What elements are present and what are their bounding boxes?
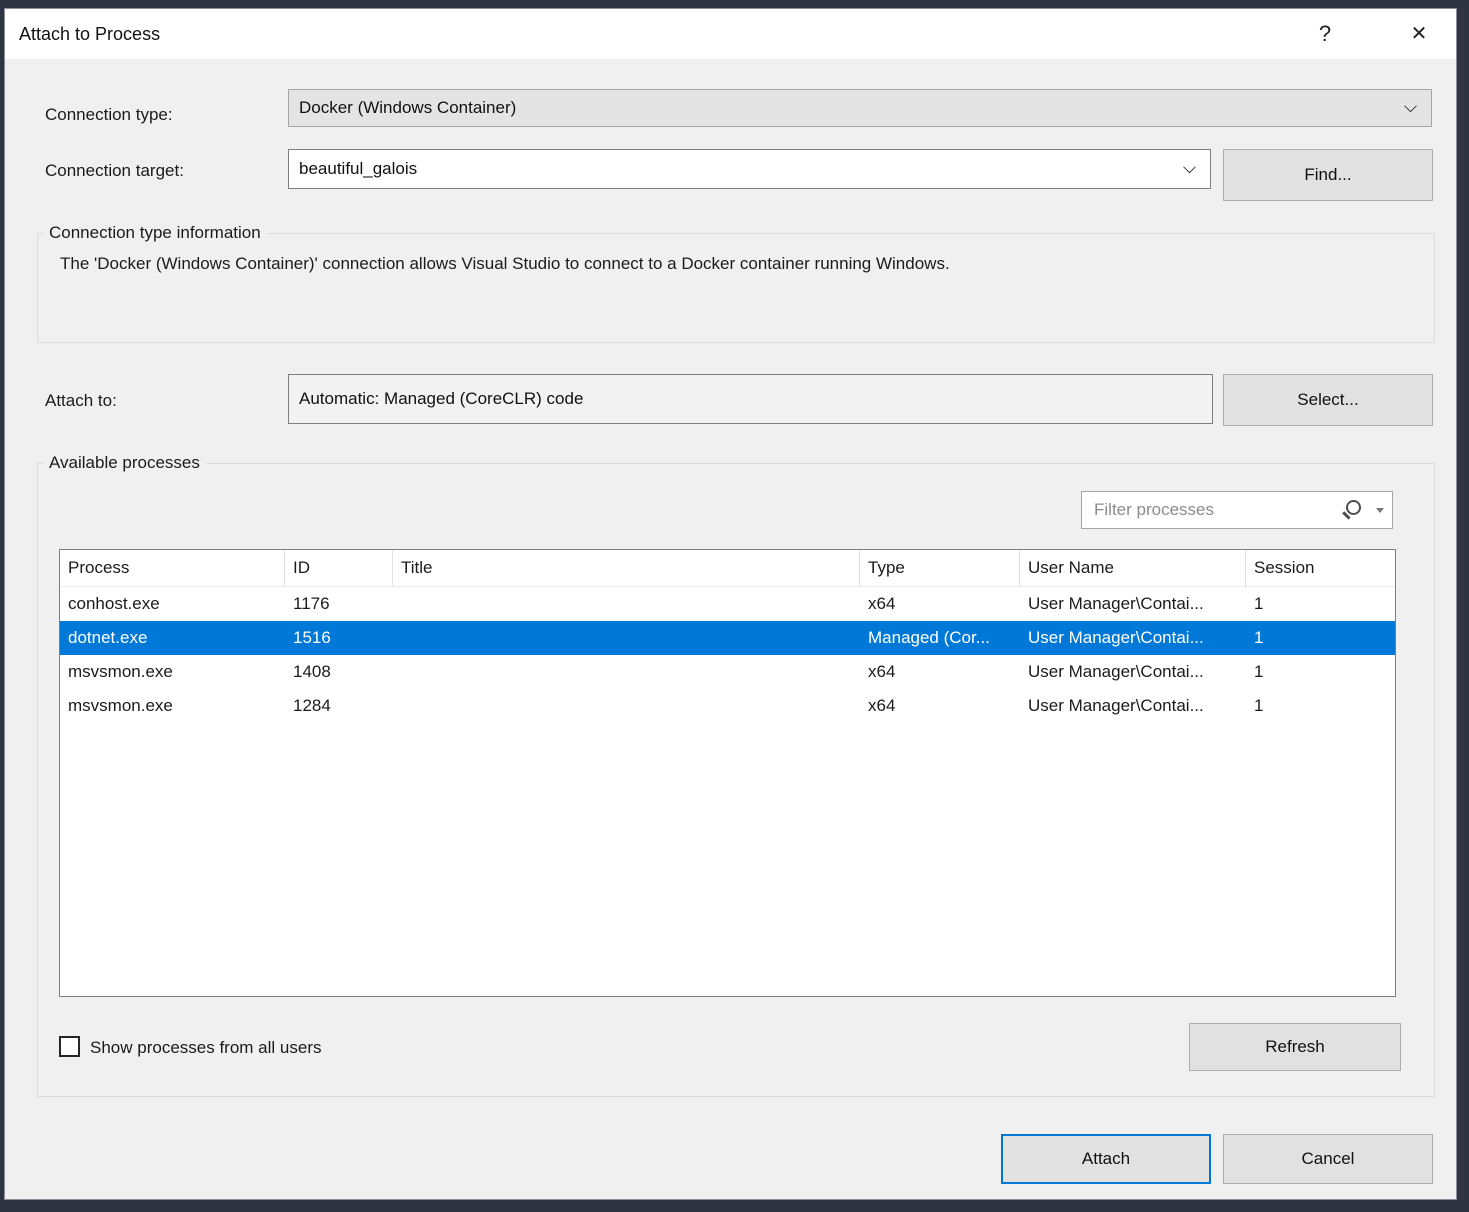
- cell-user: User Manager\Contai...: [1020, 621, 1246, 655]
- connection-type-value: Docker (Windows Container): [299, 98, 516, 117]
- table-row[interactable]: msvsmon.exe1408 x64User Manager\Contai...…: [60, 655, 1395, 689]
- cell-type: Managed (Cor...: [860, 621, 1020, 655]
- cell-process: msvsmon.exe: [60, 689, 285, 723]
- cell-session: 1: [1246, 655, 1395, 689]
- connection-type-label: Connection type:: [45, 105, 173, 125]
- attach-to-process-dialog: Attach to Process ? ✕ Connection type: D…: [4, 8, 1457, 1200]
- show-all-users-checkbox[interactable]: [59, 1036, 80, 1057]
- show-all-users-label: Show processes from all users: [90, 1038, 321, 1058]
- refresh-button[interactable]: Refresh: [1189, 1023, 1401, 1071]
- filter-dropdown-icon[interactable]: [1376, 508, 1384, 513]
- cell-user: User Manager\Contai...: [1020, 587, 1246, 621]
- connection-type-info-text: The 'Docker (Windows Container)' connect…: [60, 254, 950, 274]
- help-icon[interactable]: ?: [1295, 9, 1355, 59]
- cell-title: [393, 689, 860, 723]
- titlebar: Attach to Process ? ✕: [5, 9, 1456, 59]
- filter-processes-input[interactable]: [1082, 492, 1332, 528]
- cell-type: x64: [860, 655, 1020, 689]
- attach-button[interactable]: Attach: [1001, 1134, 1211, 1184]
- column-header-title[interactable]: Title: [393, 550, 860, 587]
- process-table: Process ID Title Type User Name Session …: [59, 549, 1396, 997]
- connection-target-label: Connection target:: [45, 161, 184, 181]
- process-rows: conhost.exe1176x64User Manager\Contai...…: [60, 587, 1395, 723]
- connection-type-info-group-label: Connection type information: [43, 223, 267, 243]
- table-row[interactable]: conhost.exe1176 x64User Manager\Contai...…: [60, 587, 1395, 621]
- cell-process: msvsmon.exe: [60, 655, 285, 689]
- connection-type-dropdown[interactable]: Docker (Windows Container): [288, 89, 1432, 127]
- table-header-row: Process ID Title Type User Name Session: [60, 550, 1395, 587]
- cell-id: 1408: [285, 655, 393, 689]
- connection-target-combobox[interactable]: beautiful_galois: [288, 149, 1211, 189]
- connection-target-value: beautiful_galois: [299, 159, 417, 178]
- attach-to-label: Attach to:: [45, 391, 117, 411]
- attach-to-value: Automatic: Managed (CoreCLR) code: [299, 389, 583, 408]
- cell-user: User Manager\Contai...: [1020, 689, 1246, 723]
- table-row[interactable]: dotnet.exe1516 Managed (Cor...User Manage…: [60, 621, 1395, 655]
- cell-title: [393, 655, 860, 689]
- cell-title: [393, 587, 860, 621]
- column-header-session[interactable]: Session: [1246, 550, 1395, 587]
- cell-session: 1: [1246, 621, 1395, 655]
- column-header-type[interactable]: Type: [860, 550, 1020, 587]
- cell-title: [393, 621, 860, 655]
- cell-type: x64: [860, 587, 1020, 621]
- table-row[interactable]: msvsmon.exe1284 x64User Manager\Contai...…: [60, 689, 1395, 723]
- chevron-down-icon: [1404, 100, 1417, 113]
- column-header-username[interactable]: User Name: [1020, 550, 1246, 587]
- close-icon[interactable]: ✕: [1387, 9, 1451, 59]
- cell-type: x64: [860, 689, 1020, 723]
- filter-processes-box: [1081, 491, 1393, 529]
- cell-id: 1284: [285, 689, 393, 723]
- cell-id: 1176: [285, 587, 393, 621]
- search-icon[interactable]: [1341, 500, 1362, 521]
- cell-session: 1: [1246, 689, 1395, 723]
- dialog-title: Attach to Process: [19, 9, 160, 59]
- cell-user: User Manager\Contai...: [1020, 655, 1246, 689]
- column-header-process[interactable]: Process: [60, 550, 285, 587]
- column-header-id[interactable]: ID: [285, 550, 393, 587]
- cancel-button[interactable]: Cancel: [1223, 1134, 1433, 1184]
- cell-id: 1516: [285, 621, 393, 655]
- select-button[interactable]: Select...: [1223, 374, 1433, 426]
- attach-to-field[interactable]: Automatic: Managed (CoreCLR) code: [288, 374, 1213, 424]
- chevron-down-icon: [1183, 161, 1196, 174]
- find-button[interactable]: Find...: [1223, 149, 1433, 201]
- cell-process: conhost.exe: [60, 587, 285, 621]
- connection-type-info-group: Connection type information The 'Docker …: [37, 233, 1435, 343]
- available-processes-group-label: Available processes: [43, 453, 206, 473]
- cell-session: 1: [1246, 587, 1395, 621]
- cell-process: dotnet.exe: [60, 621, 285, 655]
